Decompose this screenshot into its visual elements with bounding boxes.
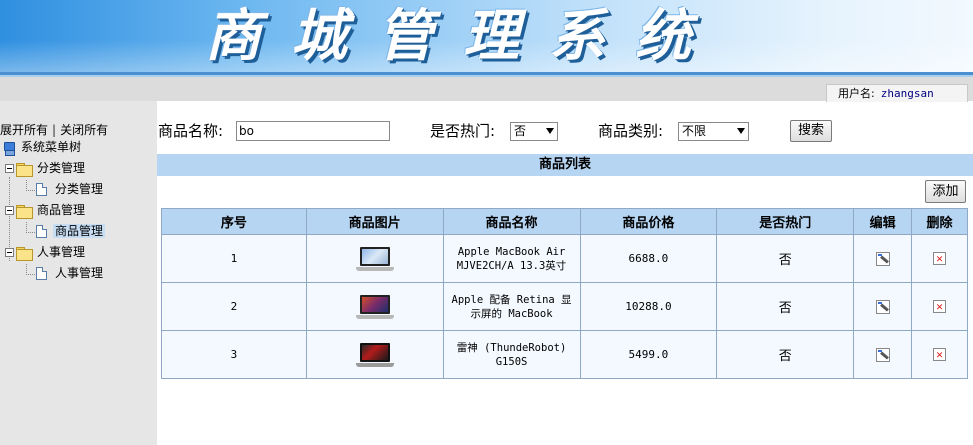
category-select[interactable]: 不限 (678, 122, 749, 141)
cell-index: 1 (161, 234, 307, 283)
tree-root-label: 系统菜单树 (21, 140, 82, 154)
sidebar-item-label: 分类管理 (55, 182, 104, 196)
edit-icon[interactable] (875, 299, 890, 314)
sidebar-item-category-management[interactable]: 分类管理 (36, 179, 105, 199)
tree-group-label: 人事管理 (37, 245, 86, 259)
search-button[interactable]: 搜索 (790, 120, 832, 142)
cell-image (305, 282, 444, 331)
tree-connector (26, 232, 35, 233)
minus-box-icon[interactable] (5, 164, 14, 173)
sidebar-item-label: 人事管理 (55, 266, 104, 280)
column-header-edit: 编辑 (853, 208, 913, 235)
edit-icon[interactable] (875, 347, 890, 362)
tree-group-label: 商品管理 (37, 203, 86, 217)
collapse-all-link[interactable]: 关闭所有 (60, 123, 108, 137)
cell-hot: 否 (716, 234, 855, 283)
dropdown-arrow-icon (546, 128, 554, 134)
tree-connector (26, 190, 35, 191)
cell-price: 6688.0 (579, 234, 718, 283)
expand-all-link[interactable]: 展开所有 (0, 123, 48, 137)
category-select-value: 不限 (682, 124, 707, 138)
cell-delete: ✕ (911, 282, 968, 331)
cell-edit (853, 330, 913, 379)
cell-index: 2 (161, 282, 307, 331)
cell-hot: 否 (716, 330, 855, 379)
cell-image (305, 330, 444, 379)
product-image (355, 291, 394, 323)
folder-icon (16, 246, 33, 261)
sidebar-item-product-management[interactable]: 商品管理 (36, 221, 106, 241)
sidebar: 展开所有 | 关闭所有 系统菜单树 分类管理 分类管理 商品管理 商品管理 人事管理… (0, 101, 157, 445)
column-header-delete: 删除 (911, 208, 968, 235)
tree-connector (26, 274, 35, 275)
tree-group-category[interactable]: 分类管理 (5, 158, 87, 178)
cell-name: 雷神 (ThundeRobot) G150S (442, 330, 581, 379)
tree-root[interactable]: 系统菜单树 (2, 137, 83, 157)
folder-icon (16, 162, 33, 177)
username-value: zhangsan (880, 87, 934, 100)
edit-icon[interactable] (875, 251, 890, 266)
product-name-label: 商品名称: (158, 122, 224, 140)
page-icon (36, 225, 47, 238)
product-list-title: 商品列表 (157, 154, 973, 176)
hot-select[interactable]: 否 (510, 122, 558, 141)
cell-index: 3 (161, 330, 307, 379)
table-row: 3 雷神 (ThundeRobot) G150S 5499.0 否 ✕ (161, 330, 968, 379)
cell-price: 10288.0 (579, 282, 718, 331)
user-info: 用户名: zhangsan (826, 84, 968, 102)
add-button[interactable]: 添加 (925, 180, 966, 203)
list-toolbar (157, 176, 973, 202)
cell-delete: ✕ (911, 330, 968, 379)
sidebar-item-label: 商品管理 (53, 224, 106, 238)
delete-icon[interactable]: ✕ (933, 300, 947, 314)
page-icon (36, 183, 47, 196)
hot-select-value: 否 (514, 124, 527, 138)
page-icon (36, 267, 47, 280)
category-label: 商品类别: (598, 122, 664, 140)
column-header-price: 商品价格 (579, 208, 718, 235)
delete-icon[interactable]: ✕ (933, 348, 947, 362)
column-header-hot: 是否热门 (716, 208, 855, 235)
tree-group-label: 分类管理 (37, 161, 86, 175)
table-row: 1 Apple MacBook Air MJVE2CH/A 13.3英寸 668… (161, 234, 968, 283)
product-name-input[interactable]: bo (236, 121, 390, 141)
sidebar-item-hr-management[interactable]: 人事管理 (36, 263, 105, 283)
cell-name: Apple MacBook Air MJVE2CH/A 13.3英寸 (442, 234, 581, 283)
cell-delete: ✕ (911, 234, 968, 283)
delete-icon[interactable]: ✕ (933, 252, 947, 266)
cell-edit (853, 234, 913, 283)
tree-group-product[interactable]: 商品管理 (5, 200, 87, 220)
cell-hot: 否 (716, 282, 855, 331)
table-row: 2 Apple 配备 Retina 显示屏的 MacBook 10288.0 否… (161, 282, 968, 331)
table-header-row: 序号 商品图片 商品名称 商品价格 是否热门 编辑 删除 (161, 208, 968, 235)
column-header-index: 序号 (161, 208, 307, 235)
username-label: 用户名: (838, 87, 875, 100)
tree-group-hr[interactable]: 人事管理 (5, 242, 87, 262)
product-image (355, 243, 394, 275)
dropdown-arrow-icon (737, 128, 745, 134)
computer-icon (2, 141, 16, 156)
minus-box-icon[interactable] (5, 248, 14, 257)
minus-box-icon[interactable] (5, 206, 14, 215)
column-header-name: 商品名称 (442, 208, 581, 235)
folder-icon (16, 204, 33, 219)
cell-image (305, 234, 444, 283)
tree-controls-separator: | (52, 123, 57, 137)
product-image (355, 339, 394, 371)
cell-price: 5499.0 (579, 330, 718, 379)
tree-controls: 展开所有 | 关闭所有 (0, 121, 108, 138)
cell-edit (853, 282, 913, 331)
header-banner: 商城管理系统 (0, 0, 973, 72)
column-header-image: 商品图片 (305, 208, 444, 235)
app-title: 商城管理系统 (205, 3, 721, 69)
hot-label: 是否热门: (430, 122, 496, 140)
cell-name: Apple 配备 Retina 显示屏的 MacBook (442, 282, 581, 331)
product-table: 序号 商品图片 商品名称 商品价格 是否热门 编辑 删除 1 Apple Mac… (161, 208, 968, 379)
